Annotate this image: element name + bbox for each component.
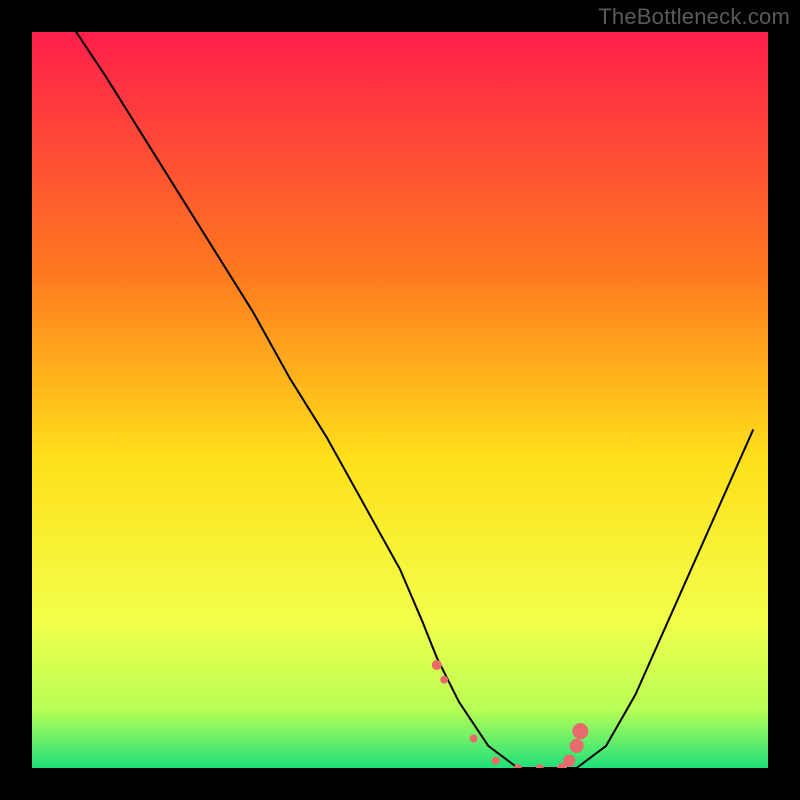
sweet-spot-dot [514,764,522,768]
sweet-spot-dot [563,755,575,767]
sweet-spot-dot [440,676,448,684]
chart-frame: TheBottleneck.com [0,0,800,800]
sweet-spot-dot [470,735,478,743]
sweet-spot-dot [536,764,544,768]
sweet-spot-dot [492,757,500,765]
sweet-spot-dot [432,660,442,670]
plot-area [32,32,768,768]
sweet-spot-dot [570,739,584,753]
sweet-spot-dots [32,32,768,768]
sweet-spot-dot [572,723,588,739]
attribution-text: TheBottleneck.com [598,4,790,30]
